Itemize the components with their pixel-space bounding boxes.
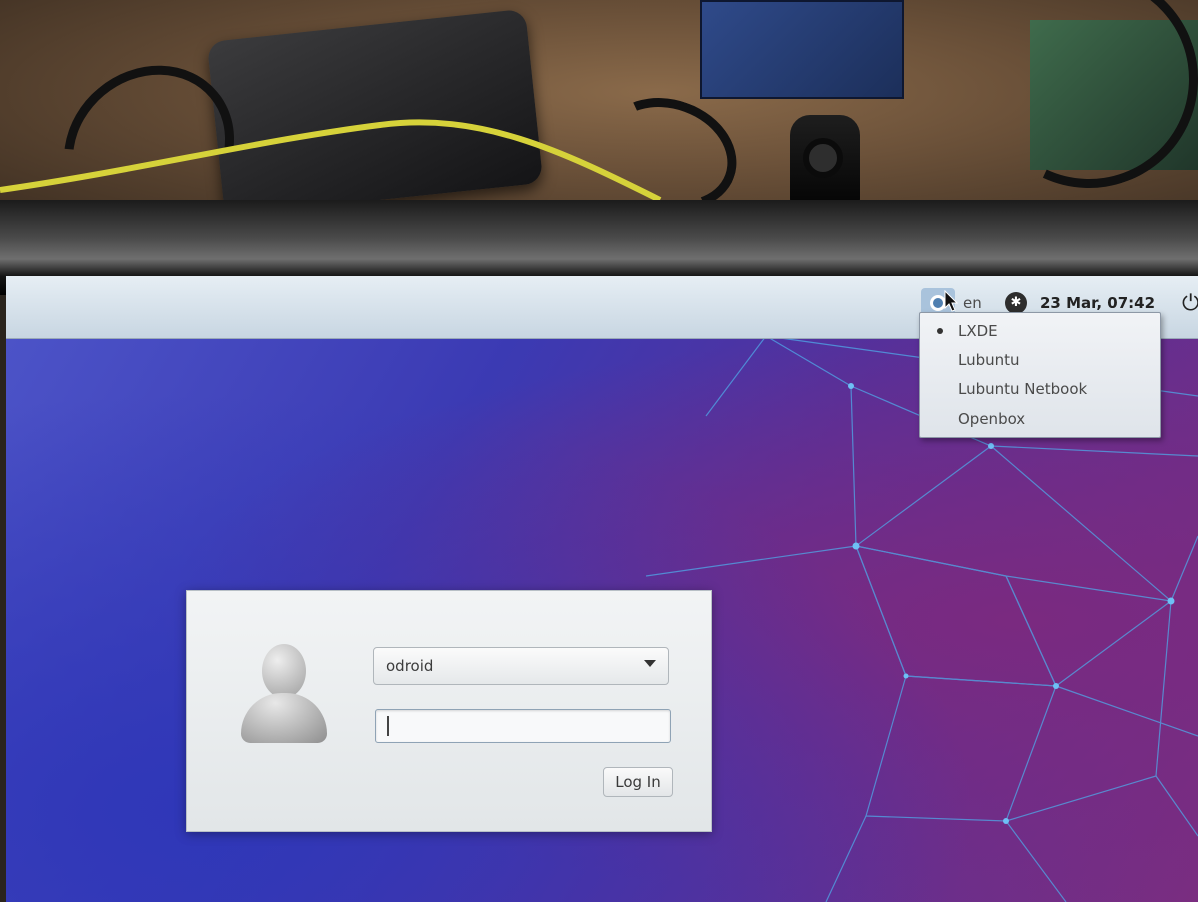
username-value: odroid <box>386 657 434 675</box>
user-avatar-icon <box>237 641 329 745</box>
menu-item-label: Lubuntu Netbook <box>958 380 1088 398</box>
session-menu-item-openbox[interactable]: Openbox <box>920 405 1160 433</box>
login-dialog: odroid Log In <box>186 590 712 832</box>
avatar-body <box>241 693 327 743</box>
lightdm-login-screen: en ✱ 23 Mar, 07:42 ⏻ LXDE Lubuntu Lubunt… <box>6 276 1198 902</box>
bracket-screw-hole <box>803 138 843 178</box>
selected-bullet-icon <box>937 328 943 334</box>
desk-background <box>0 0 1198 230</box>
chevron-down-icon[interactable] <box>644 660 656 667</box>
session-menu-item-lubuntu[interactable]: Lubuntu <box>920 346 1160 374</box>
avatar-head <box>262 644 306 698</box>
session-menu-item-lxde[interactable]: LXDE <box>920 317 1160 345</box>
menu-item-label: Lubuntu <box>958 351 1020 369</box>
menu-item-label: Openbox <box>958 410 1026 428</box>
login-button[interactable]: Log In <box>603 767 673 797</box>
text-caret <box>387 716 389 736</box>
mouse-pointer-icon <box>944 290 958 312</box>
password-field[interactable] <box>375 709 671 743</box>
session-menu-item-lubuntu-netbook[interactable]: Lubuntu Netbook <box>920 375 1160 403</box>
power-icon[interactable]: ⏻ <box>1182 288 1198 318</box>
menu-item-label: LXDE <box>958 322 998 340</box>
yellow-wire <box>0 119 662 203</box>
session-menu: LXDE Lubuntu Lubuntu Netbook Openbox <box>919 312 1161 438</box>
accessibility-icon-glyph: ✱ <box>1005 292 1027 314</box>
username-select[interactable]: odroid <box>373 647 669 685</box>
